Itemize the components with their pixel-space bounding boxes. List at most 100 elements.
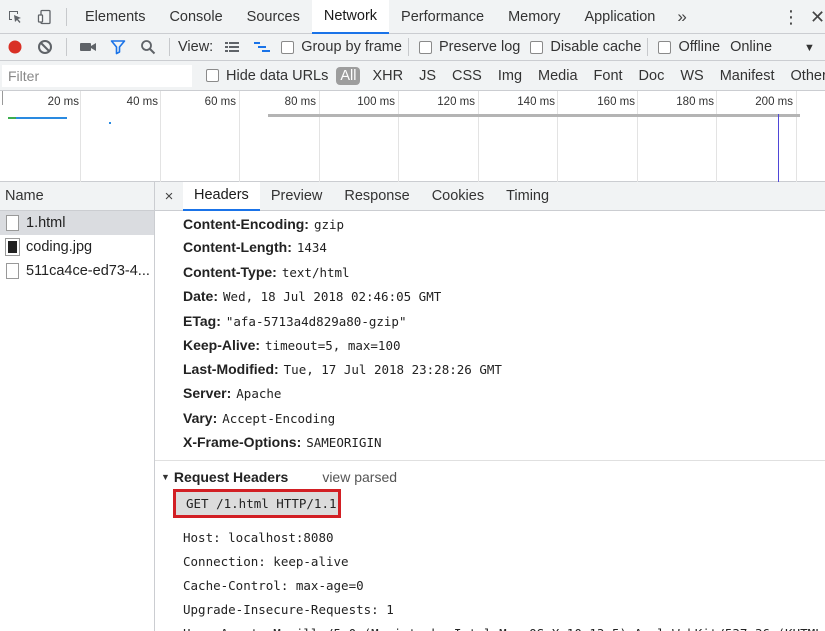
- tab-timing[interactable]: Timing: [495, 182, 560, 211]
- timeline-gridline: [478, 91, 479, 182]
- throttling-dropdown-arrow-icon[interactable]: ▼: [804, 34, 815, 61]
- timeline-tick: 200 ms: [755, 96, 793, 108]
- search-icon[interactable]: [133, 34, 163, 61]
- tab-preview[interactable]: Preview: [260, 182, 334, 211]
- hide-data-urls-checkbox[interactable]: [206, 69, 219, 82]
- response-header-row: Last-Modified: Tue, 17 Jul 2018 23:28:26 …: [183, 361, 502, 377]
- filter-type-css[interactable]: CSS: [448, 67, 486, 85]
- disable-cache-checkbox[interactable]: [530, 40, 544, 54]
- filter-type-img[interactable]: Img: [494, 67, 526, 85]
- timeline-gridline: [160, 91, 161, 182]
- response-header-row: Vary: Accept-Encoding: [183, 410, 336, 426]
- divider: [66, 38, 67, 56]
- document-file-icon: [6, 215, 19, 231]
- waterfall-overview-icon[interactable]: [247, 34, 277, 61]
- timeline-tick: 60 ms: [204, 96, 236, 108]
- more-tabs-chevron-icon[interactable]: »: [667, 7, 696, 27]
- request-row-1-html[interactable]: 1.html: [0, 211, 154, 235]
- timeline-tick: 100 ms: [357, 96, 395, 108]
- name-column-header[interactable]: Name: [0, 182, 154, 211]
- timeline-tick: 20 ms: [47, 96, 79, 108]
- response-header-row: X-Frame-Options: SAMEORIGIN: [183, 434, 382, 450]
- capture-screenshots-camera-icon[interactable]: [73, 34, 103, 61]
- timeline-gridline: [557, 91, 558, 182]
- timeline-gridline: [796, 91, 797, 182]
- raw-request-header: User-Agent: Mozilla/5.0 (Macintosh; Inte…: [183, 621, 825, 631]
- preserve-log-toggle[interactable]: Preserve log: [415, 39, 520, 55]
- filter-type-doc[interactable]: Doc: [635, 67, 669, 85]
- filter-type-xhr[interactable]: XHR: [368, 67, 407, 85]
- filter-type-all[interactable]: All: [336, 66, 361, 85]
- filter-type-media[interactable]: Media: [534, 67, 582, 85]
- close-details-icon[interactable]: ×: [155, 188, 183, 205]
- tab-application[interactable]: Application: [572, 0, 667, 34]
- request-row-uuid[interactable]: 511ca4ce-ed73-4...: [0, 259, 154, 283]
- offline-checkbox[interactable]: [658, 40, 672, 54]
- filter-type-js[interactable]: JS: [415, 67, 440, 85]
- timeline-gridline: [239, 91, 240, 182]
- timeline-gridline: [637, 91, 638, 182]
- raw-request-header: Upgrade-Insecure-Requests: 1: [183, 601, 394, 617]
- hide-data-urls-toggle[interactable]: Hide data URLs: [202, 68, 328, 84]
- timeline-tick: 140 ms: [517, 96, 555, 108]
- timeline-tick: 80 ms: [284, 96, 316, 108]
- timeline-tick: 180 ms: [676, 96, 714, 108]
- response-header-row: Content-Type: text/html: [183, 264, 350, 280]
- tab-memory[interactable]: Memory: [496, 0, 572, 34]
- filter-type-font[interactable]: Font: [590, 67, 627, 85]
- collapse-triangle-icon[interactable]: ▼: [161, 472, 170, 482]
- filter-input[interactable]: [2, 64, 192, 87]
- tab-headers[interactable]: Headers: [183, 182, 260, 211]
- request-row-coding-jpg[interactable]: coding.jpg: [0, 235, 154, 259]
- group-by-frame-toggle[interactable]: Group by frame: [277, 39, 402, 55]
- group-by-frame-checkbox[interactable]: [281, 40, 295, 54]
- section-divider: [155, 460, 825, 461]
- response-header-row: Content-Length: 1434: [183, 239, 327, 255]
- tab-response[interactable]: Response: [333, 182, 420, 211]
- timeline-tick: 40 ms: [126, 96, 158, 108]
- more-options-kebab-icon[interactable]: ⋮: [782, 0, 800, 34]
- large-rows-list-icon[interactable]: [217, 34, 247, 61]
- raw-request-header: Host: localhost:8080: [183, 529, 334, 545]
- response-header-row: Server: Apache: [183, 385, 282, 401]
- timeline-gridline: [80, 91, 81, 182]
- tab-sources[interactable]: Sources: [235, 0, 312, 34]
- filter-type-ws[interactable]: WS: [676, 67, 707, 85]
- tab-cookies[interactable]: Cookies: [421, 182, 495, 211]
- view-label: View:: [178, 39, 214, 55]
- timeline-gridline: [319, 91, 320, 182]
- view-parsed-link[interactable]: view parsed: [322, 469, 397, 485]
- tab-performance[interactable]: Performance: [389, 0, 496, 34]
- document-file-icon: [6, 263, 19, 279]
- details-tabbar: × Headers Preview Response Cookies Timin…: [155, 182, 825, 211]
- disable-cache-toggle[interactable]: Disable cache: [526, 39, 641, 55]
- response-header-row: Date: Wed, 18 Jul 2018 02:46:05 GMT: [183, 288, 442, 304]
- request-bar-gray: [268, 114, 800, 117]
- request-headers-title: Request Headers: [173, 469, 289, 485]
- timeline-overview[interactable]: 20 ms 40 ms 60 ms 80 ms 100 ms 120 ms 14…: [0, 91, 825, 182]
- tab-network[interactable]: Network: [311, 0, 390, 34]
- request-headers-section-header[interactable]: ▼ Request Headers view parsed: [161, 465, 397, 489]
- timeline-tick: 120 ms: [437, 96, 475, 108]
- raw-request-header: Connection: keep-alive: [183, 553, 349, 569]
- preserve-log-checkbox[interactable]: [418, 40, 432, 54]
- tab-elements[interactable]: Elements: [73, 0, 157, 34]
- record-button[interactable]: [0, 34, 30, 61]
- filter-type-other[interactable]: Other: [787, 67, 825, 85]
- filter-funnel-icon[interactable]: [103, 34, 133, 61]
- filter-type-manifest[interactable]: Manifest: [716, 67, 779, 85]
- devtools-main-tabbar: Elements Console Sources Network Perform…: [0, 0, 825, 34]
- tab-console[interactable]: Console: [157, 0, 234, 34]
- request-name: 511ca4ce-ed73-4...: [26, 263, 150, 279]
- requests-list: Name 1.html coding.jpg 511ca4ce-ed73-4..…: [0, 182, 155, 631]
- clear-button[interactable]: [30, 34, 60, 61]
- close-devtools-icon[interactable]: ✕: [810, 0, 825, 34]
- device-toolbar-icon[interactable]: [30, 0, 60, 34]
- load-event-line: [778, 114, 779, 182]
- request-bar-green: [8, 117, 16, 119]
- offline-toggle[interactable]: Offline: [654, 39, 720, 55]
- throttling-select[interactable]: Online: [730, 39, 772, 55]
- inspect-element-icon[interactable]: [0, 0, 30, 34]
- divider: [66, 7, 67, 26]
- response-header-row: Keep-Alive: timeout=5, max=100: [183, 337, 401, 353]
